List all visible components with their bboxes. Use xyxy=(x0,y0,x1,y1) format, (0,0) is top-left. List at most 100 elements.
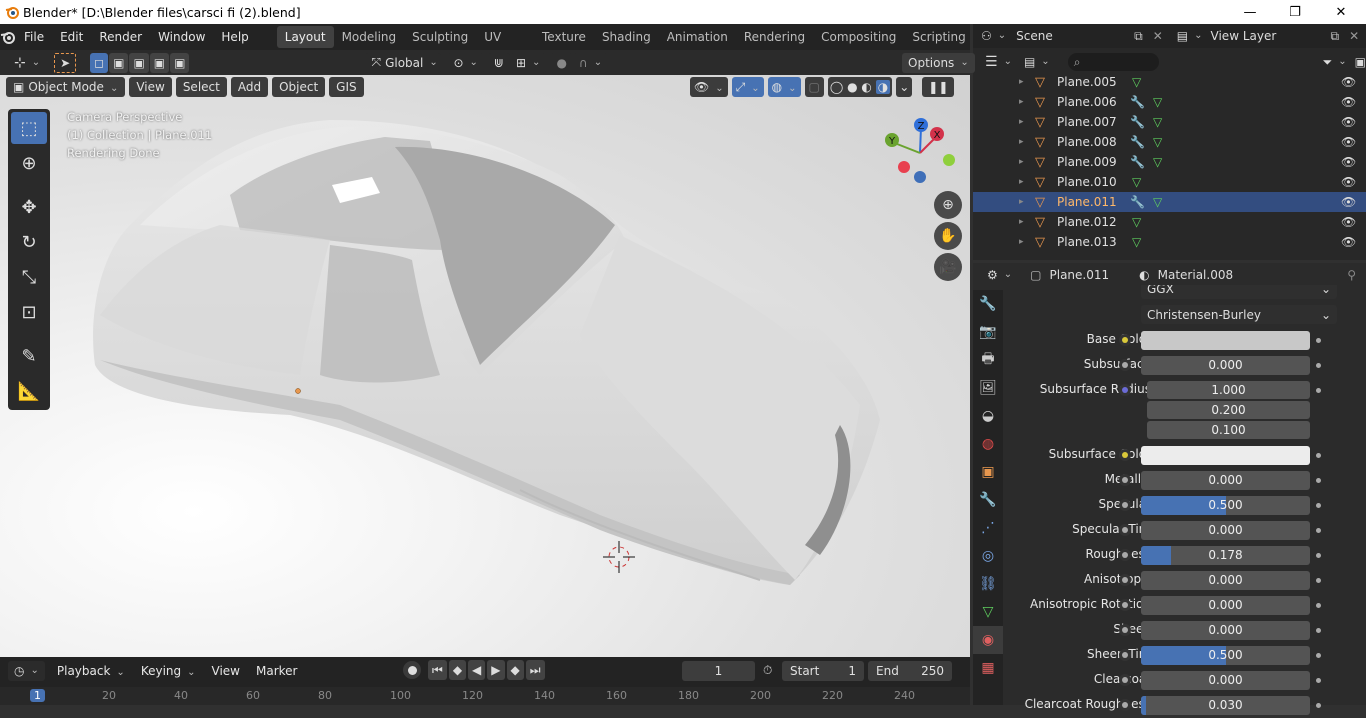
keyframe-icon[interactable] xyxy=(1316,628,1321,633)
menu-window[interactable]: Window xyxy=(150,26,213,48)
data-tab-icon[interactable]: ▽ xyxy=(973,598,1003,626)
outliner-object-name[interactable]: Plane.010 xyxy=(1057,175,1117,189)
output-tab-icon[interactable]: 🖶 xyxy=(973,346,1003,374)
socket-icon[interactable] xyxy=(1119,384,1131,396)
select-difference-icon[interactable]: ▣ xyxy=(149,52,170,73)
keyframe-icon[interactable] xyxy=(1316,603,1321,608)
close-button[interactable]: ✕ xyxy=(1318,0,1364,24)
modifier-wrench-icon[interactable]: 🔧 xyxy=(1130,135,1145,149)
outliner-object-name[interactable]: Plane.013 xyxy=(1057,235,1117,249)
transform-tool-icon[interactable]: ⊡ xyxy=(11,296,47,328)
select-subtract-icon[interactable]: ▣ xyxy=(129,52,149,73)
camera-view-icon[interactable]: 🎥 xyxy=(934,253,962,281)
select-tool-icon[interactable]: ➤ xyxy=(54,52,77,73)
outliner-row[interactable]: ▸ ▽ Plane.005 ▽ 👁 xyxy=(973,72,1366,92)
jump-end-icon[interactable]: ⏭ xyxy=(525,660,545,680)
jump-start-icon[interactable]: ⏮ xyxy=(428,660,447,680)
move-tool-icon[interactable]: ✥ xyxy=(11,191,47,223)
socket-icon[interactable] xyxy=(1119,699,1131,711)
object-mode-dropdown[interactable]: ▣ Object Mode xyxy=(6,77,126,97)
mesh-data-icon[interactable]: ▽ xyxy=(1153,115,1162,129)
viewport-menu-add[interactable]: Add xyxy=(230,77,269,97)
mesh-data-icon[interactable]: ▽ xyxy=(1153,155,1162,169)
viewport-menu-gis[interactable]: GIS xyxy=(329,77,364,97)
expand-arrow-icon[interactable]: ▸ xyxy=(1019,237,1024,247)
select-new-icon[interactable]: ◻ xyxy=(90,52,109,73)
display-mode-icon[interactable]: ▤ xyxy=(1018,52,1056,72)
mesh-data-icon[interactable]: ▽ xyxy=(1153,95,1162,109)
scale-tool-icon[interactable]: ⤡ xyxy=(11,261,47,293)
keyframe-icon[interactable] xyxy=(1316,338,1321,343)
specular-slider[interactable]: 0.500 xyxy=(1141,496,1310,515)
expand-arrow-icon[interactable]: ▸ xyxy=(1019,77,1024,87)
pan-hand-icon[interactable]: ✋ xyxy=(934,222,962,250)
mesh-data-icon[interactable]: ▽ xyxy=(1153,195,1162,209)
mesh-data-icon[interactable]: ▽ xyxy=(1132,215,1141,229)
jump-keyframe-forward-icon[interactable]: ◆ xyxy=(506,660,524,680)
pivot-point-icon[interactable]: ⊙ xyxy=(447,52,484,73)
current-frame-field[interactable]: 1 xyxy=(682,661,755,681)
object-tab-icon[interactable]: ▣ xyxy=(973,458,1003,486)
render-tab-icon[interactable]: 📷 xyxy=(973,318,1003,346)
menu-edit[interactable]: Edit xyxy=(52,26,91,48)
mesh-data-icon[interactable]: ▽ xyxy=(1132,75,1141,89)
solid-shading-icon[interactable]: ● xyxy=(847,80,857,94)
outliner-row[interactable]: ▸ ▽ Plane.008 🔧 ▽ 👁 xyxy=(973,132,1366,152)
visibility-eye-icon[interactable]: 👁 xyxy=(1341,95,1356,109)
socket-icon[interactable] xyxy=(1119,599,1131,611)
new-scene-icon[interactable]: ⧉ xyxy=(1134,29,1143,44)
world-tab-icon[interactable]: ◍ xyxy=(973,430,1003,458)
socket-icon[interactable] xyxy=(1119,359,1131,371)
keyframe-icon[interactable] xyxy=(1316,503,1321,508)
visibility-eye-icon[interactable]: 👁 xyxy=(1341,75,1356,89)
restore-button[interactable]: ❐ xyxy=(1272,0,1318,24)
snap-icon[interactable]: ⋓ xyxy=(487,52,510,73)
subsurface-color-swatch[interactable] xyxy=(1141,446,1310,465)
socket-icon[interactable] xyxy=(1119,624,1131,636)
mesh-data-icon[interactable]: ▽ xyxy=(1132,175,1141,189)
timeline-menu-marker[interactable]: Marker xyxy=(248,660,305,682)
keyframe-icon[interactable] xyxy=(1316,553,1321,558)
visibility-eye-icon[interactable]: 👁 xyxy=(1341,135,1356,149)
base-color-swatch[interactable] xyxy=(1141,331,1310,350)
expand-arrow-icon[interactable]: ▸ xyxy=(1019,217,1024,227)
pause-render-icon[interactable]: ❚❚ xyxy=(922,77,955,97)
expand-arrow-icon[interactable]: ▸ xyxy=(1019,137,1024,147)
workspace-tab-sculpting[interactable]: Sculpting xyxy=(404,26,476,48)
clearcoat-slider[interactable]: 0.000 xyxy=(1141,671,1310,690)
keyframe-icon[interactable] xyxy=(1316,453,1321,458)
workspace-tab-rendering[interactable]: Rendering xyxy=(736,26,813,48)
scene-name[interactable]: Scene xyxy=(1016,29,1134,43)
viewport-menu-select[interactable]: Select xyxy=(175,77,227,97)
visibility-icon[interactable]: 👁 xyxy=(690,77,728,97)
filter-icon[interactable]: ⏷ xyxy=(1317,52,1353,72)
workspace-tab-layout[interactable]: Layout xyxy=(276,26,334,48)
view-layer-tab-icon[interactable]: 🖼 xyxy=(973,374,1003,402)
socket-icon[interactable] xyxy=(1119,474,1131,486)
timeline-ruler[interactable]: 1 20 40 60 80 100 120 140 160 180 200 220 240 xyxy=(0,687,970,705)
workspace-tab-scripting[interactable]: Scripting xyxy=(904,26,973,48)
expand-arrow-icon[interactable]: ▸ xyxy=(1019,197,1024,207)
shading-options-icon[interactable]: ⌄ xyxy=(896,77,913,97)
material-shading-icon[interactable]: ◐ xyxy=(861,80,871,94)
workspace-tab-texture-paint[interactable]: Texture Paint xyxy=(534,26,594,66)
workspace-tab-uv-editing[interactable]: UV Editing xyxy=(476,26,534,66)
outliner-object-name[interactable]: Plane.011 xyxy=(1057,195,1117,209)
modifier-wrench-icon[interactable]: 🔧 xyxy=(1130,195,1145,209)
outliner-row[interactable]: ▸ ▽ Plane.013 ▽ 👁 xyxy=(973,232,1366,252)
subsurface-field[interactable]: 0.000 xyxy=(1141,356,1310,375)
workspace-tab-shading[interactable]: Shading xyxy=(594,26,659,48)
anisotropic-slider[interactable]: 0.000 xyxy=(1141,571,1310,590)
outliner-row[interactable]: ▸ ▽ Plane.006 🔧 ▽ 👁 xyxy=(973,92,1366,112)
transform-orientation-dropdown[interactable]: ⤧ Global xyxy=(365,52,442,73)
workspace-tab-animation[interactable]: Animation xyxy=(659,26,736,48)
socket-icon[interactable] xyxy=(1119,649,1131,661)
socket-icon[interactable] xyxy=(1119,499,1131,511)
socket-icon[interactable] xyxy=(1119,549,1131,561)
outliner-row[interactable]: ▸ ▽ Plane.007 🔧 ▽ 👁 xyxy=(973,112,1366,132)
jump-keyframe-back-icon[interactable]: ◆ xyxy=(448,660,467,680)
modifier-wrench-icon[interactable]: 🔧 xyxy=(1130,155,1145,169)
view-layer-name[interactable]: View Layer xyxy=(1211,29,1331,43)
subsurface-radius-field[interactable]: 0.200 xyxy=(1147,401,1310,419)
proportional-edit-icon[interactable]: ● xyxy=(550,52,573,73)
